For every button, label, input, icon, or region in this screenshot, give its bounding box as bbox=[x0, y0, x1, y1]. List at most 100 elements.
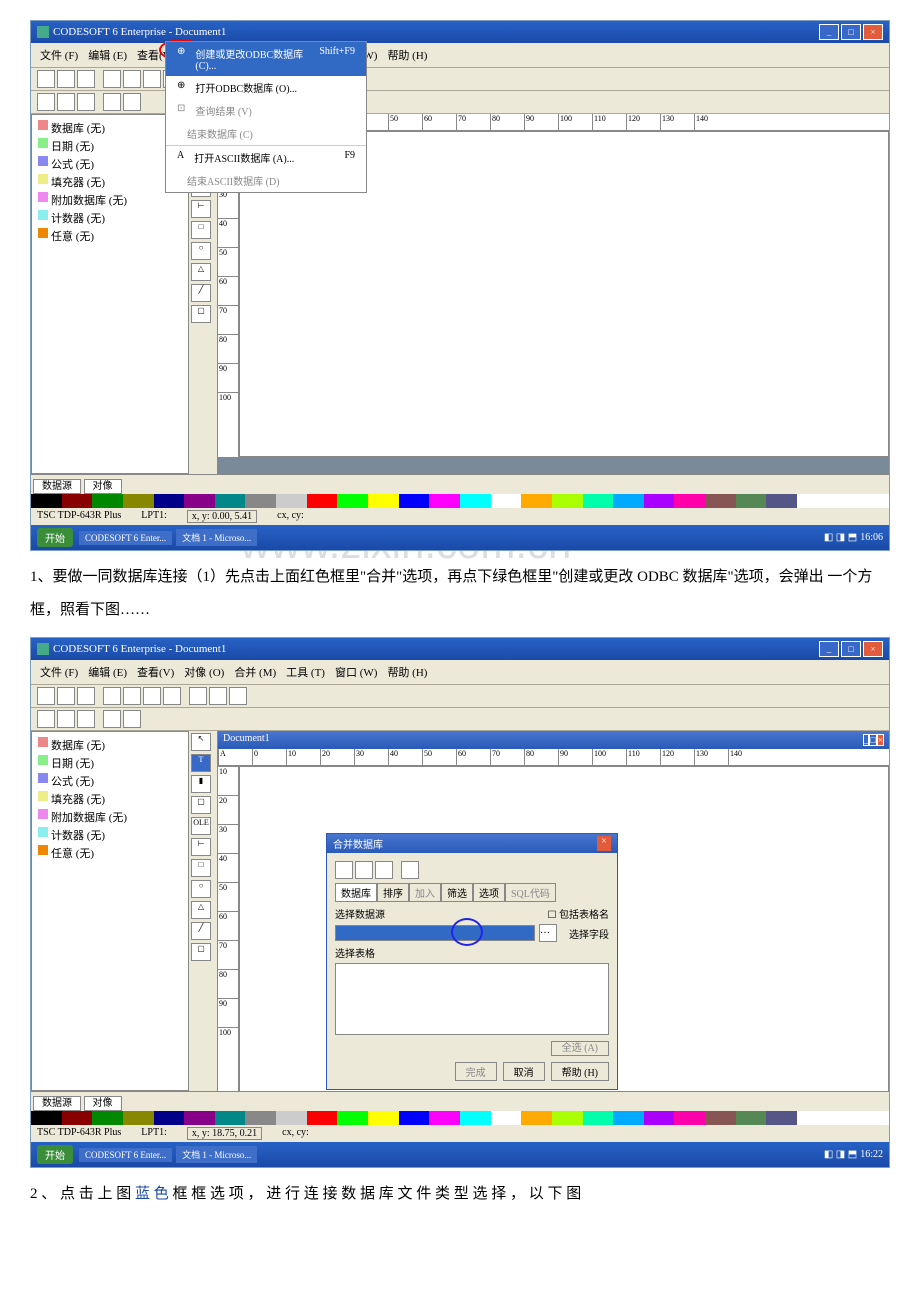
menu-file[interactable]: 文件 (F) bbox=[37, 663, 81, 681]
table-listbox[interactable] bbox=[335, 963, 609, 1035]
rect-tool-icon[interactable]: □ bbox=[191, 859, 211, 877]
circle-tool-icon[interactable]: ○ bbox=[191, 242, 211, 260]
menu-help[interactable]: 帮助 (H) bbox=[384, 663, 430, 681]
finish-button[interactable]: 完成 bbox=[455, 1062, 497, 1081]
tab-sql[interactable]: SQL代码 bbox=[505, 883, 556, 902]
doc-close[interactable]: × bbox=[877, 734, 884, 746]
new-icon[interactable] bbox=[37, 70, 55, 88]
menu-tool[interactable]: 工具 (T) bbox=[283, 663, 328, 681]
start-button[interactable]: 开始 bbox=[37, 528, 73, 547]
cut-icon[interactable] bbox=[189, 687, 207, 705]
line-tool-icon[interactable]: ⊢ bbox=[191, 838, 211, 856]
menu-merge[interactable]: 合并 (M) bbox=[231, 663, 279, 681]
dd-end-ascii[interactable]: 结束ASCII数据库 (D) bbox=[166, 169, 366, 192]
sb-counter[interactable]: 计数器 (无) bbox=[36, 209, 184, 227]
barcode-icon[interactable]: ▮ bbox=[191, 775, 211, 793]
menu-win[interactable]: 窗口 (W) bbox=[332, 663, 380, 681]
poly-tool-icon[interactable]: △ bbox=[191, 901, 211, 919]
icon[interactable] bbox=[103, 687, 121, 705]
tab-filter[interactable]: 筛选 bbox=[441, 883, 473, 902]
icon[interactable] bbox=[143, 687, 161, 705]
pointer-tool-icon[interactable]: ↖ bbox=[191, 733, 211, 751]
browse-button[interactable]: … bbox=[539, 924, 557, 942]
tab-sort[interactable]: 排序 bbox=[377, 883, 409, 902]
open-icon[interactable] bbox=[355, 861, 373, 879]
maximize-button[interactable]: □ bbox=[841, 24, 861, 40]
sb-database[interactable]: 数据库 (无) bbox=[36, 119, 184, 137]
print-icon[interactable] bbox=[103, 70, 121, 88]
circle-tool-icon[interactable]: ○ bbox=[191, 880, 211, 898]
tab-objects[interactable]: 对像 bbox=[84, 1096, 122, 1111]
task-codesoft[interactable]: CODESOFT 6 Enter... bbox=[79, 531, 172, 545]
preview-icon[interactable] bbox=[123, 70, 141, 88]
start-button[interactable]: 开始 bbox=[37, 1145, 73, 1164]
icon[interactable] bbox=[57, 710, 75, 728]
selectall-button[interactable]: 全选 (A) bbox=[551, 1041, 609, 1056]
save-icon[interactable] bbox=[375, 861, 393, 879]
poly-tool-icon[interactable]: △ bbox=[191, 263, 211, 281]
tab-database[interactable]: 数据库 bbox=[335, 883, 377, 902]
maximize-button[interactable]: □ bbox=[841, 641, 861, 657]
dd-end-db[interactable]: 结束数据库 (C) bbox=[166, 122, 366, 145]
ole-icon[interactable]: OLE bbox=[191, 817, 211, 835]
tab-datasource[interactable]: 数据源 bbox=[33, 479, 81, 494]
dd-open-ascii[interactable]: A打开ASCII数据库 (A)...F9 bbox=[166, 146, 366, 169]
rrect-tool-icon[interactable]: ▢ bbox=[191, 305, 211, 323]
icon[interactable] bbox=[37, 93, 55, 111]
sb-counter[interactable]: 计数器 (无) bbox=[36, 826, 184, 844]
dd-query-result[interactable]: ⊡查询结果 (V) bbox=[166, 99, 366, 122]
text-tool-icon[interactable]: T bbox=[191, 754, 211, 772]
color-palette[interactable] bbox=[31, 1111, 889, 1125]
menu-view[interactable]: 查看(V) bbox=[134, 663, 177, 681]
sb-date[interactable]: 日期 (无) bbox=[36, 137, 184, 155]
diag-tool-icon[interactable]: ╱ bbox=[191, 284, 211, 302]
icon[interactable] bbox=[77, 93, 95, 111]
new-icon[interactable] bbox=[37, 687, 55, 705]
color-palette[interactable] bbox=[31, 494, 889, 508]
dd-open-odbc[interactable]: ⊕打开ODBC数据库 (O)... bbox=[166, 76, 366, 99]
rect-tool-icon[interactable]: □ bbox=[191, 221, 211, 239]
tab-datasource[interactable]: 数据源 bbox=[33, 1096, 81, 1111]
task-word[interactable]: 文档 1 - Microso... bbox=[176, 529, 257, 546]
sb-attach[interactable]: 附加数据库 (无) bbox=[36, 808, 184, 826]
menu-edit[interactable]: 编辑 (E) bbox=[85, 663, 130, 681]
sb-any[interactable]: 任意 (无) bbox=[36, 227, 184, 245]
tab-option[interactable]: 选项 bbox=[473, 883, 505, 902]
open-icon[interactable] bbox=[57, 687, 75, 705]
tab-join[interactable]: 加入 bbox=[409, 883, 441, 902]
zoom-icon[interactable] bbox=[103, 710, 121, 728]
icon[interactable] bbox=[37, 710, 55, 728]
help-button[interactable]: 帮助 (H) bbox=[551, 1062, 609, 1081]
sb-any[interactable]: 任意 (无) bbox=[36, 844, 184, 862]
new-icon[interactable] bbox=[335, 861, 353, 879]
close-button[interactable]: × bbox=[863, 641, 883, 657]
minimize-button[interactable]: _ bbox=[819, 24, 839, 40]
icon[interactable] bbox=[77, 710, 95, 728]
sb-formula[interactable]: 公式 (无) bbox=[36, 155, 184, 173]
cancel-button[interactable]: 取消 bbox=[503, 1062, 545, 1081]
tab-objects[interactable]: 对像 bbox=[84, 479, 122, 494]
open-icon[interactable] bbox=[57, 70, 75, 88]
dd-create-odbc[interactable]: ⊕创建或更改ODBC数据库 (C)...Shift+F9 bbox=[166, 42, 366, 76]
refresh-icon[interactable] bbox=[401, 861, 419, 879]
menu-edit[interactable]: 编辑 (E) bbox=[85, 46, 130, 64]
save-icon[interactable] bbox=[77, 687, 95, 705]
chk-include-table[interactable]: 包括表格名 bbox=[559, 910, 609, 921]
sb-date[interactable]: 日期 (无) bbox=[36, 754, 184, 772]
paste-icon[interactable] bbox=[229, 687, 247, 705]
close-button[interactable]: × bbox=[863, 24, 883, 40]
menu-file[interactable]: 文件 (F) bbox=[37, 46, 81, 64]
copy-icon[interactable] bbox=[209, 687, 227, 705]
sb-formula[interactable]: 公式 (无) bbox=[36, 772, 184, 790]
task-codesoft[interactable]: CODESOFT 6 Enter... bbox=[79, 1148, 172, 1162]
label-page[interactable]: 合并数据库× 数据库 排序 加入 筛选 选项 SQL代码 选择数据源 ☐ 包括表… bbox=[239, 766, 889, 1091]
save-icon[interactable] bbox=[77, 70, 95, 88]
icon[interactable] bbox=[57, 93, 75, 111]
diag-tool-icon[interactable]: ╱ bbox=[191, 922, 211, 940]
icon[interactable] bbox=[143, 70, 161, 88]
line-tool-icon[interactable]: ⊢ bbox=[191, 200, 211, 218]
menu-obj[interactable]: 对像 (O) bbox=[181, 663, 227, 681]
icon[interactable] bbox=[123, 93, 141, 111]
rrect-tool-icon[interactable]: ▢ bbox=[191, 943, 211, 961]
zoom-icon[interactable] bbox=[103, 93, 121, 111]
